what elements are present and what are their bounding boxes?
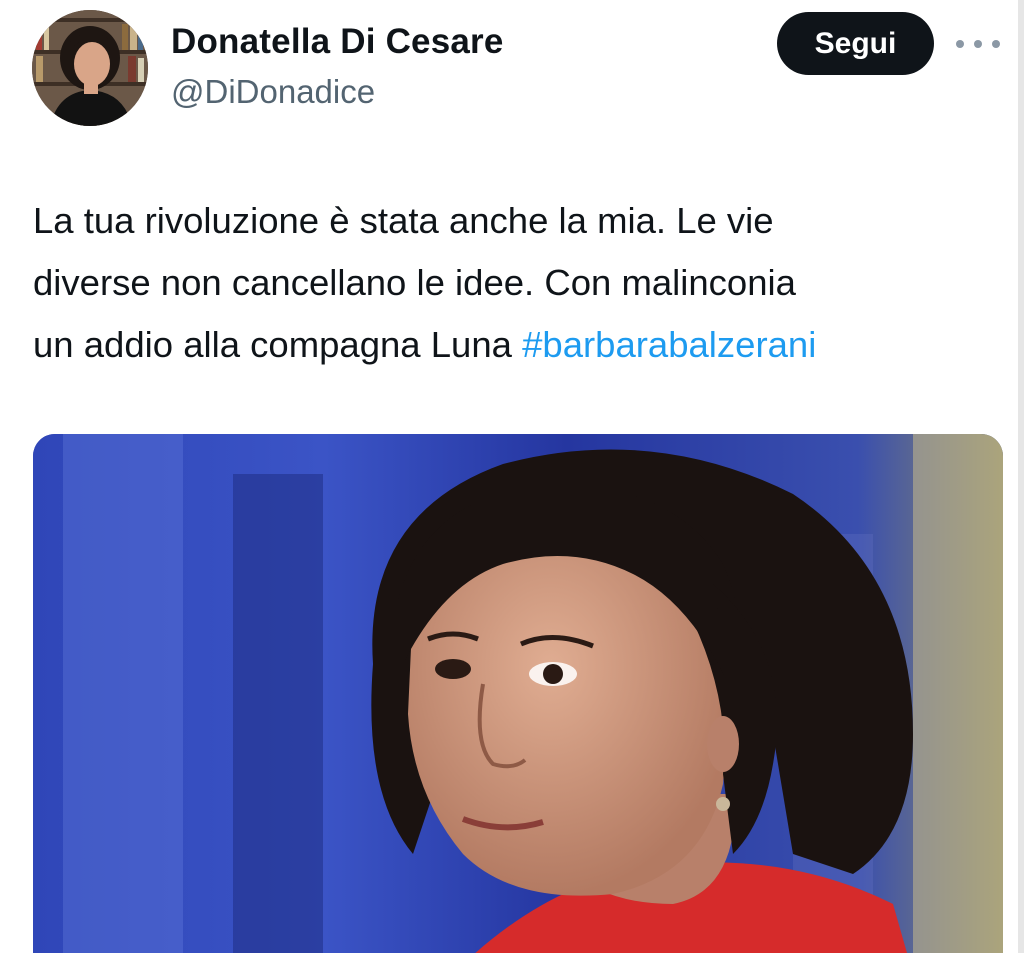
tweet-text-line: diverse non cancellano le idee. Con mali… <box>33 262 796 303</box>
more-horizontal-icon[interactable] <box>956 30 1000 58</box>
follow-button[interactable]: Segui <box>777 12 934 75</box>
hashtag-link[interactable]: #barbarabalzerani <box>522 324 816 365</box>
tweet-text: La tua rivoluzione è stata anche la mia.… <box>33 190 993 376</box>
avatar-image <box>32 10 148 126</box>
portrait-photo <box>33 434 1003 953</box>
author-avatar[interactable] <box>32 10 148 126</box>
author-display-name[interactable]: Donatella Di Cesare <box>171 22 504 62</box>
tweet-text-line: La tua rivoluzione è stata anche la mia.… <box>33 200 774 241</box>
tweet-card: Donatella Di Cesare @DiDonadice Segui La… <box>0 0 1024 953</box>
dot <box>956 40 964 48</box>
tweet-text-segment: un addio alla compagna Luna <box>33 324 523 365</box>
tweet-media-photo[interactable] <box>33 434 1003 953</box>
dot <box>974 40 982 48</box>
author-handle[interactable]: @DiDonadice <box>171 73 375 111</box>
scroll-edge <box>1018 0 1024 953</box>
tweet-text-line-last: un addio alla compagna Luna #barbarabalz… <box>33 314 993 376</box>
dot <box>992 40 1000 48</box>
